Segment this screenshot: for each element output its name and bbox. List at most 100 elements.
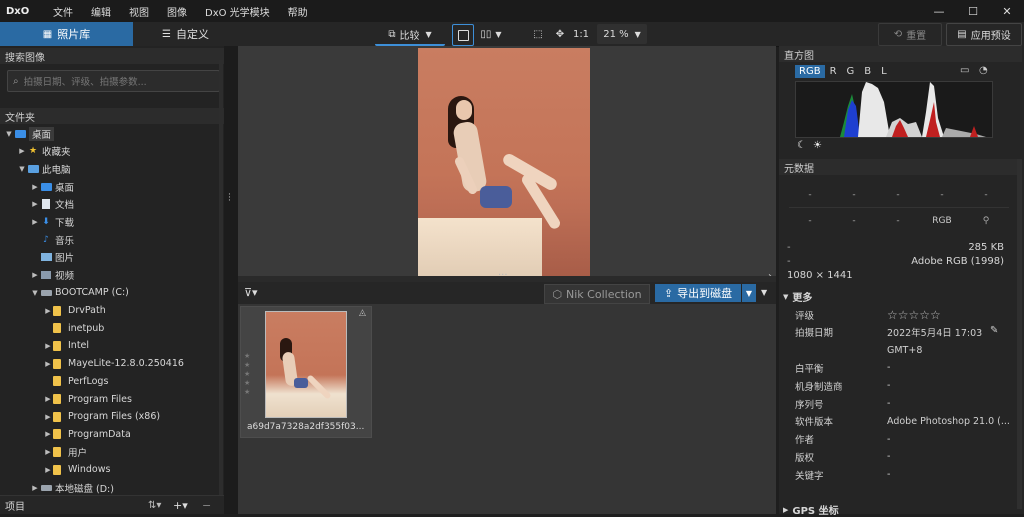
- meta-cell-colorspace: RGB: [932, 216, 952, 226]
- expand-right-icon[interactable]: ▶: [43, 307, 53, 315]
- folder-tree-item[interactable]: ▼ 此电脑: [17, 160, 71, 177]
- folder-tree-item[interactable]: inetpub: [43, 320, 104, 337]
- folder-tree-item[interactable]: ▶ MayeLite-12.8.0.250416: [43, 355, 184, 372]
- folder-tree-item[interactable]: ▶ ⬇ 下载: [30, 214, 74, 231]
- expand-right-icon[interactable]: ▶: [30, 218, 40, 226]
- expand-right-icon[interactable]: ▶: [17, 147, 27, 155]
- expand-right-icon[interactable]: ▶: [43, 395, 53, 403]
- document-icon: [40, 199, 52, 210]
- crop-button[interactable]: ⬚: [529, 24, 547, 44]
- left-panel: 搜索图像 ⌕ 拍摄日期、评级、拍摄参数... 文件夹 ▼ 桌面 ▶ ★ 收藏夹 ▼ 此电脑 ▶…: [0, 46, 224, 514]
- folder-tree-item[interactable]: ▶ 文档: [30, 196, 74, 213]
- reset-button[interactable]: ⟲ 重置: [878, 23, 942, 46]
- meta-cell: -: [896, 190, 900, 200]
- one-to-one-button[interactable]: 1:1: [572, 24, 590, 44]
- sort-icon[interactable]: ⇅▾: [148, 500, 161, 511]
- filter-icon[interactable]: ⊽▾: [244, 286, 258, 299]
- side-by-side-button[interactable]: ▯▯ ▼: [474, 24, 508, 44]
- model-figure: [440, 96, 563, 266]
- menu-file[interactable]: 文件: [44, 4, 82, 19]
- folder-tree-item[interactable]: ▶ 桌面: [30, 178, 74, 195]
- meta-cell: -: [852, 190, 856, 200]
- folder-tree-item[interactable]: PerfLogs: [43, 373, 108, 390]
- expand-down-icon[interactable]: ▼: [30, 289, 40, 297]
- expand-right-icon[interactable]: ▶: [30, 271, 40, 279]
- scrollbar[interactable]: [219, 60, 223, 500]
- export-options-button[interactable]: ▼: [742, 284, 756, 302]
- rating-stars[interactable]: ☆☆☆☆☆: [887, 308, 941, 322]
- thumbnail-card[interactable]: ★ ★ ★ ★ ★ ◬ a69d7a7328a2df355f03...: [240, 306, 372, 438]
- folder-tree-item[interactable]: ▼ BOOTCAMP (C:): [30, 284, 129, 301]
- apply-preset-button[interactable]: ▤ 应用预设: [946, 23, 1022, 46]
- menu-help[interactable]: 帮助: [279, 4, 317, 19]
- folder-tree-item[interactable]: ▶ ProgramData: [43, 426, 130, 443]
- softproof-icon[interactable]: ◔: [979, 65, 988, 76]
- left-splitter[interactable]: · · ·: [224, 46, 238, 514]
- expand-right-icon[interactable]: ▶: [43, 466, 53, 474]
- close-button[interactable]: ✕: [990, 5, 1024, 18]
- edit-icon[interactable]: ✎: [990, 325, 998, 336]
- search-input[interactable]: ⌕ 拍摄日期、评级、拍摄参数...: [7, 70, 220, 92]
- folder-tree-item[interactable]: ▶ 用户: [43, 444, 87, 461]
- correction-badge-icon: ◬: [359, 308, 366, 318]
- folder-tree-item[interactable]: ▶ Windows: [43, 461, 110, 478]
- tab-photo-library[interactable]: ▦ 照片库: [0, 22, 133, 46]
- main-image[interactable]: [418, 48, 590, 276]
- channel-b[interactable]: B: [859, 65, 876, 78]
- move-button[interactable]: ✥: [551, 24, 569, 44]
- folder-tree-item[interactable]: ♪ 音乐: [30, 231, 74, 248]
- folder-tree-item[interactable]: ▼ 桌面: [4, 125, 55, 142]
- compare-button[interactable]: ⧉ 比较 ▼: [375, 24, 445, 46]
- channel-g[interactable]: G: [842, 65, 860, 78]
- folder-tree-item[interactable]: ▶ 本地磁盘 (D:): [30, 479, 114, 496]
- filmstrip: ★ ★ ★ ★ ★ ◬ a69d7a7328a2df355f03...: [238, 304, 776, 514]
- remove-project-icon[interactable]: −: [202, 499, 211, 512]
- more-section-header[interactable]: ▼ 更多: [783, 289, 812, 305]
- highlight-clipping-icon[interactable]: ☀: [813, 140, 822, 151]
- folder-tree: ▼ 桌面 ▶ ★ 收藏夹 ▼ 此电脑 ▶ 桌面 ▶ 文档 ▶ ⬇ 下载 ♪ 音乐 图片 ▶ 视频 ▼ BOOTCAMP …: [0, 125, 219, 498]
- menu-optics-modules[interactable]: DxO 光学模块: [196, 4, 279, 19]
- expand-down-icon[interactable]: ▼: [4, 130, 14, 138]
- rating-stars[interactable]: ★ ★ ★ ★ ★: [244, 352, 250, 397]
- folder-tree-label: inetpub: [68, 322, 105, 334]
- maximize-button[interactable]: ☐: [956, 5, 990, 18]
- folder-tree-item[interactable]: 图片: [30, 249, 74, 266]
- single-view-button[interactable]: [452, 24, 474, 46]
- shadow-clipping-icon[interactable]: ☾: [797, 140, 806, 151]
- meta-cell: -: [940, 190, 944, 200]
- channel-l[interactable]: L: [876, 65, 892, 78]
- add-project-icon[interactable]: +▾: [173, 499, 188, 512]
- expand-right-icon[interactable]: ▶: [30, 484, 40, 492]
- expand-right-icon[interactable]: ▶: [43, 342, 53, 350]
- meta-cell: -: [808, 190, 812, 200]
- expand-down-icon[interactable]: ▼: [17, 165, 27, 173]
- chevron-down-icon[interactable]: ▼: [761, 288, 767, 297]
- folder-tree-item[interactable]: ▶ ★ 收藏夹: [17, 143, 70, 160]
- channel-r[interactable]: R: [825, 65, 842, 78]
- scrollbar[interactable]: [1017, 159, 1022, 509]
- expand-right-icon[interactable]: ▶: [43, 360, 53, 368]
- expand-right-icon[interactable]: ▶: [43, 448, 53, 456]
- expand-right-icon[interactable]: ▶: [30, 183, 40, 191]
- expand-right-icon[interactable]: ▶: [43, 413, 53, 421]
- folder-tree-item[interactable]: ▶ Intel: [43, 337, 89, 354]
- expand-right-icon[interactable]: ▶: [30, 200, 40, 208]
- monitor-icon[interactable]: ▭: [960, 65, 969, 76]
- folder-tree-item[interactable]: ▶ Program Files: [43, 391, 132, 408]
- folder-icon: [53, 411, 65, 422]
- channel-rgb[interactable]: RGB: [795, 64, 825, 78]
- zoom-select[interactable]: 21 % ▼: [597, 24, 647, 44]
- export-to-disk-button[interactable]: ⇪ 导出到磁盘: [655, 284, 741, 302]
- tab-customize[interactable]: ☰ 自定义: [133, 22, 238, 46]
- nik-collection-button[interactable]: ⬡ Nik Collection: [544, 284, 650, 304]
- gps-section-header[interactable]: ▶ GPS 坐标: [783, 502, 839, 517]
- menu-view[interactable]: 视图: [120, 4, 158, 19]
- menu-image[interactable]: 图像: [158, 4, 196, 19]
- menu-edit[interactable]: 编辑: [82, 4, 120, 19]
- folder-tree-item[interactable]: ▶ DrvPath: [43, 302, 105, 319]
- expand-right-icon[interactable]: ▶: [43, 430, 53, 438]
- folder-tree-item[interactable]: ▶ Program Files (x86): [43, 408, 160, 425]
- folder-tree-item[interactable]: ▶ 视频: [30, 267, 74, 284]
- computer-icon: [27, 164, 39, 174]
- minimize-button[interactable]: —: [922, 5, 956, 18]
